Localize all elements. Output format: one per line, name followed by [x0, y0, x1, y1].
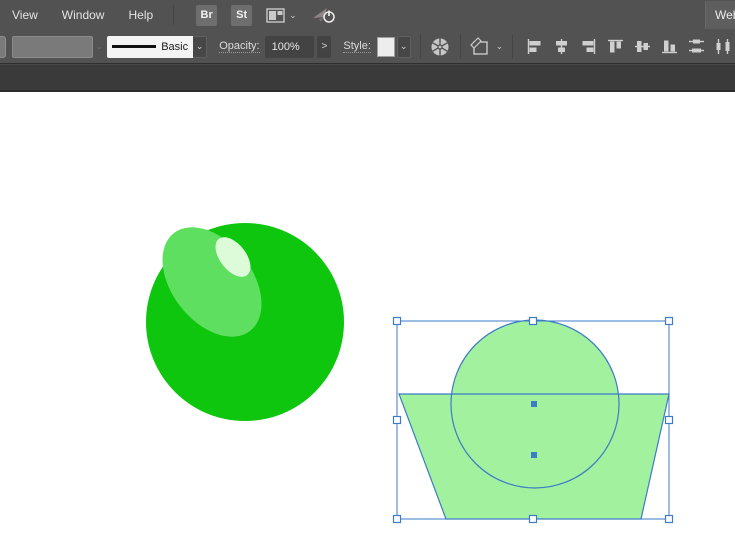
- trapezoid-center-point[interactable]: [531, 452, 537, 458]
- align-left-button[interactable]: [522, 35, 546, 59]
- distribute-vertical-center-button[interactable]: [684, 35, 708, 59]
- brush-definition-dropdown[interactable]: Basic: [107, 35, 194, 58]
- handle-top-right[interactable]: [664, 316, 674, 326]
- recolor-artwork-button[interactable]: [430, 35, 451, 59]
- align-bottom-icon: [661, 40, 677, 54]
- handle-bottom-left[interactable]: [392, 514, 402, 524]
- artboard-canvas[interactable]: [0, 92, 735, 536]
- distribute-horizontal-center-button[interactable]: [711, 35, 735, 59]
- arrange-documents-icon: [266, 7, 285, 23]
- selected-group[interactable]: [392, 316, 674, 524]
- handle-middle-left[interactable]: [392, 415, 402, 425]
- align-right-button[interactable]: [576, 35, 600, 59]
- control-bar: ⌄ Basic ⌄ Opacity: 100% > Style: ⌄ ⌄: [0, 30, 735, 64]
- menu-bar: View Window Help Br St ⌄ We: [0, 0, 735, 30]
- align-top-button[interactable]: [603, 35, 627, 59]
- align-top-icon: [607, 39, 623, 53]
- divider: [419, 34, 421, 59]
- align-left-icon: [527, 39, 541, 54]
- align-horizontal-center-icon: [555, 39, 567, 54]
- brush-stroke-preview: [112, 45, 157, 48]
- document-tab-bar: [0, 64, 735, 92]
- style-dropdown-chevron[interactable]: ⌄: [396, 35, 411, 58]
- menu-help[interactable]: Help: [116, 0, 165, 30]
- handle-bottom-right[interactable]: [664, 514, 674, 524]
- menu-window[interactable]: Window: [50, 0, 117, 30]
- stock-button[interactable]: St: [231, 4, 253, 26]
- align-vertical-center-icon: [634, 41, 650, 52]
- handle-top-center[interactable]: [528, 316, 538, 326]
- menu-view[interactable]: View: [0, 0, 50, 30]
- opacity-input[interactable]: 100%: [264, 35, 315, 58]
- brush-definition-label: Basic: [161, 40, 189, 53]
- object-options-icon: [469, 36, 492, 57]
- style-label[interactable]: Style:: [343, 40, 371, 53]
- clipped-control: [0, 36, 6, 58]
- green-ball-shape[interactable]: [142, 209, 344, 421]
- handle-middle-right[interactable]: [664, 415, 674, 425]
- divider: [459, 34, 461, 59]
- chevron-down-icon: ⌄: [289, 9, 297, 20]
- graphic-style-swatch[interactable]: [376, 36, 395, 57]
- align-controls: [522, 35, 735, 59]
- distribute-vertical-center-icon: [688, 39, 704, 53]
- illustrator-window: View Window Help Br St ⌄ We ⌄ Basic ⌄ Op…: [0, 0, 735, 536]
- handle-top-left[interactable]: [392, 316, 402, 326]
- arrange-documents-button[interactable]: ⌄: [266, 7, 297, 23]
- opacity-label[interactable]: Opacity:: [219, 40, 260, 53]
- object-options-button[interactable]: ⌄: [469, 36, 504, 57]
- chevron-down-icon: ⌄: [495, 41, 504, 51]
- opacity-more-button[interactable]: >: [317, 35, 332, 58]
- recolor-artwork-icon: [430, 37, 450, 57]
- align-vertical-center-button[interactable]: [630, 35, 654, 59]
- align-horizontal-center-button[interactable]: [549, 35, 573, 59]
- divider: [512, 34, 514, 59]
- artwork-layer: [142, 209, 674, 524]
- distribute-horizontal-center-icon: [716, 39, 730, 54]
- bridge-button[interactable]: Br: [196, 4, 218, 26]
- brush-dropdown-chevron[interactable]: ⌄: [193, 35, 208, 58]
- gpu-performance-button[interactable]: [311, 5, 337, 25]
- align-bottom-button[interactable]: [657, 35, 681, 59]
- handle-bottom-center[interactable]: [528, 514, 538, 524]
- divider: [173, 5, 175, 25]
- workspace-switcher[interactable]: Web: [705, 1, 735, 29]
- circle-center-point[interactable]: [531, 401, 537, 407]
- align-right-icon: [582, 39, 595, 54]
- variable-width-profile-dropdown[interactable]: [12, 35, 93, 58]
- chevron-down-icon: ⌄: [95, 41, 104, 51]
- gpu-performance-icon: [311, 5, 337, 25]
